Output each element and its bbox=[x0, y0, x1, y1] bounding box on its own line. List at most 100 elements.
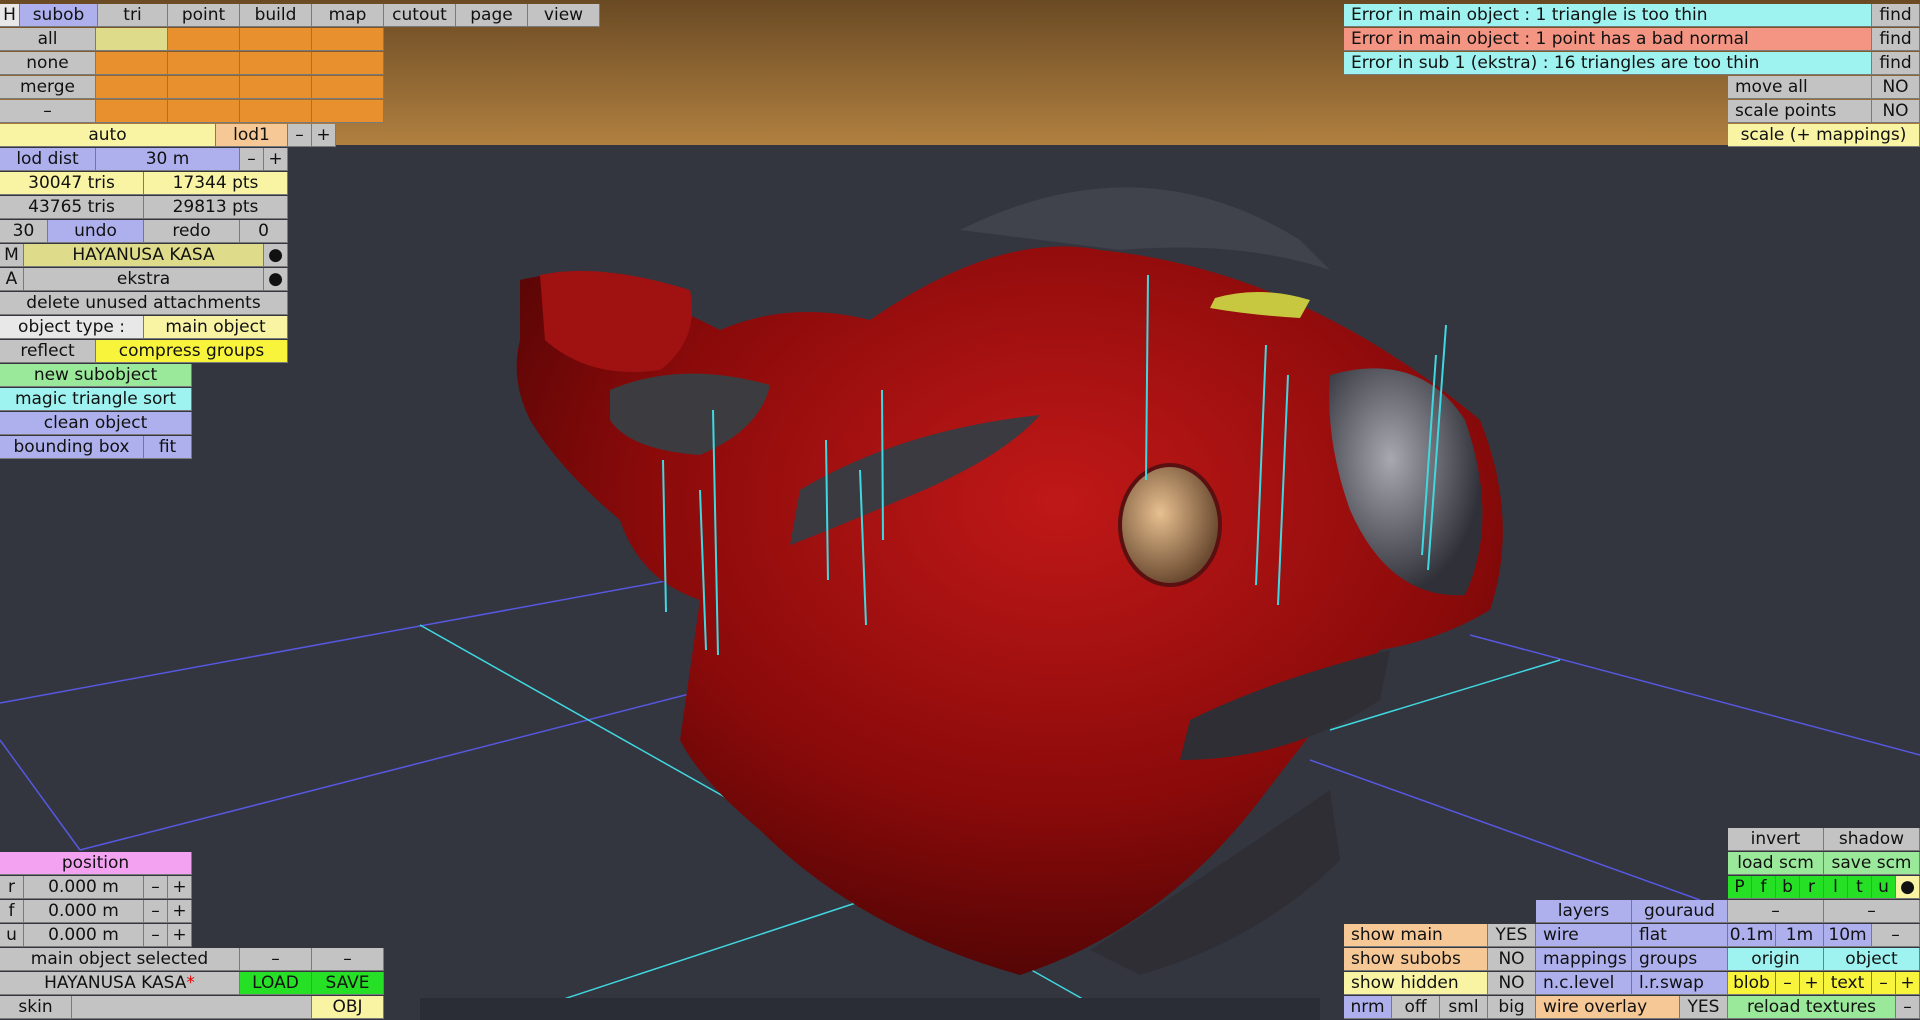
invert-button[interactable]: invert bbox=[1728, 828, 1824, 851]
material-name[interactable]: HAYANUSA KASA bbox=[24, 244, 264, 267]
h-button[interactable]: H bbox=[0, 4, 20, 27]
show-hidden-value[interactable]: NO bbox=[1488, 972, 1536, 995]
mappings-button[interactable]: mappings bbox=[1536, 948, 1632, 971]
blob-minus-button[interactable]: – bbox=[1776, 972, 1800, 995]
nc-level-button[interactable]: n.c.level bbox=[1536, 972, 1632, 995]
normals-nrm-button[interactable]: nrm bbox=[1344, 996, 1392, 1019]
show-subobs-value[interactable]: NO bbox=[1488, 948, 1536, 971]
flat-button[interactable]: flat bbox=[1632, 924, 1728, 947]
normals-sml-button[interactable]: sml bbox=[1440, 996, 1488, 1019]
skin-field[interactable] bbox=[72, 996, 312, 1019]
menu-map[interactable]: map bbox=[312, 4, 384, 27]
dash-button[interactable]: – bbox=[1824, 900, 1920, 923]
shadow-button[interactable]: shadow bbox=[1824, 828, 1920, 851]
wire-button[interactable]: wire bbox=[1536, 924, 1632, 947]
undo-button[interactable]: undo bbox=[48, 220, 144, 243]
scale-mappings-button[interactable]: scale (+ mappings) bbox=[1728, 124, 1920, 147]
position-minus-button[interactable]: – bbox=[144, 876, 168, 899]
subob-slot[interactable] bbox=[168, 100, 240, 123]
normals-off-button[interactable]: off bbox=[1392, 996, 1440, 1019]
save-button[interactable]: SAVE bbox=[312, 972, 384, 995]
attachment-dot-button[interactable]: ● bbox=[264, 268, 288, 291]
grid-10m-button[interactable]: 10m bbox=[1824, 924, 1872, 947]
lod-minus-button[interactable]: – bbox=[288, 124, 312, 147]
show-main-value[interactable]: YES bbox=[1488, 924, 1536, 947]
obj-button[interactable]: OBJ bbox=[312, 996, 384, 1019]
menu-page[interactable]: page bbox=[456, 4, 528, 27]
subob-slot[interactable] bbox=[312, 100, 384, 123]
new-subobject-button[interactable]: new subobject bbox=[0, 364, 192, 387]
load-scm-button[interactable]: load scm bbox=[1728, 852, 1824, 875]
lod-dist-plus[interactable]: + bbox=[264, 148, 288, 171]
menu-view[interactable]: view bbox=[528, 4, 600, 27]
bounding-box-button[interactable]: bounding box bbox=[0, 436, 144, 459]
position-minus-button[interactable]: – bbox=[144, 900, 168, 923]
normals-big-button[interactable]: big bbox=[1488, 996, 1536, 1019]
dash-button[interactable]: – bbox=[312, 948, 384, 971]
select-none-button[interactable]: none bbox=[0, 52, 96, 75]
file-name[interactable]: HAYANUSA KASA* bbox=[0, 972, 240, 995]
lod1-button[interactable]: lod1 bbox=[216, 124, 288, 147]
layers-button[interactable]: layers bbox=[1536, 900, 1632, 923]
subob-slot[interactable] bbox=[96, 76, 168, 99]
position-plus-button[interactable]: + bbox=[168, 924, 192, 947]
subob-slot[interactable] bbox=[312, 28, 384, 51]
minus-button[interactable]: – bbox=[0, 100, 96, 123]
subob-slot[interactable] bbox=[312, 76, 384, 99]
object-type-value[interactable]: main object bbox=[144, 316, 288, 339]
subob-slot[interactable] bbox=[96, 52, 168, 75]
blob-plus-button[interactable]: + bbox=[1800, 972, 1824, 995]
subob-slot[interactable] bbox=[96, 100, 168, 123]
grid-minus-button[interactable]: – bbox=[1872, 924, 1920, 947]
scale-points-button[interactable]: scale points bbox=[1728, 100, 1872, 123]
text-button[interactable]: text bbox=[1824, 972, 1872, 995]
view-t-button[interactable]: t bbox=[1848, 876, 1872, 899]
find-button[interactable]: find bbox=[1872, 28, 1920, 51]
text-minus-button[interactable]: – bbox=[1872, 972, 1896, 995]
text-plus-button[interactable]: + bbox=[1896, 972, 1920, 995]
lr-swap-button[interactable]: l.r.swap bbox=[1632, 972, 1728, 995]
view-p-button[interactable]: P bbox=[1728, 876, 1752, 899]
lod-dist-value[interactable]: 30 m bbox=[96, 148, 240, 171]
object-button[interactable]: object bbox=[1824, 948, 1920, 971]
subob-slot[interactable] bbox=[168, 76, 240, 99]
wire-overlay-value[interactable]: YES bbox=[1680, 996, 1728, 1019]
position-f-value[interactable]: 0.000 m bbox=[24, 900, 144, 923]
subob-slot[interactable] bbox=[240, 52, 312, 75]
lod-auto-button[interactable]: auto bbox=[0, 124, 216, 147]
position-minus-button[interactable]: – bbox=[144, 924, 168, 947]
menu-build[interactable]: build bbox=[240, 4, 312, 27]
dash-button[interactable]: – bbox=[1728, 900, 1824, 923]
subob-slot[interactable] bbox=[240, 28, 312, 51]
menu-tri[interactable]: tri bbox=[98, 4, 168, 27]
blob-button[interactable]: blob bbox=[1728, 972, 1776, 995]
view-l-button[interactable]: l bbox=[1824, 876, 1848, 899]
origin-button[interactable]: origin bbox=[1728, 948, 1824, 971]
subob-slot[interactable] bbox=[96, 28, 168, 51]
move-all-button[interactable]: move all bbox=[1728, 76, 1872, 99]
merge-button[interactable]: merge bbox=[0, 76, 96, 99]
show-main-button[interactable]: show main bbox=[1344, 924, 1488, 947]
reload-minus-button[interactable]: – bbox=[1896, 996, 1920, 1019]
show-subobs-button[interactable]: show subobs bbox=[1344, 948, 1488, 971]
position-plus-button[interactable]: + bbox=[168, 900, 192, 923]
position-u-value[interactable]: 0.000 m bbox=[24, 924, 144, 947]
compress-groups-button[interactable]: compress groups bbox=[96, 340, 288, 363]
menu-cutout[interactable]: cutout bbox=[384, 4, 456, 27]
grid-0-1m-button[interactable]: 0.1m bbox=[1728, 924, 1776, 947]
menu-point[interactable]: point bbox=[168, 4, 240, 27]
clean-object-button[interactable]: clean object bbox=[0, 412, 192, 435]
groups-button[interactable]: groups bbox=[1632, 948, 1728, 971]
find-button[interactable]: find bbox=[1872, 4, 1920, 27]
reload-textures-button[interactable]: reload textures bbox=[1728, 996, 1896, 1019]
subob-slot[interactable] bbox=[240, 76, 312, 99]
redo-button[interactable]: redo bbox=[144, 220, 240, 243]
attachment-name[interactable]: ekstra bbox=[24, 268, 264, 291]
3d-viewport[interactable] bbox=[0, 0, 1920, 1020]
view-b-button[interactable]: b bbox=[1776, 876, 1800, 899]
save-scm-button[interactable]: save scm bbox=[1824, 852, 1920, 875]
view-dot-button[interactable]: ● bbox=[1896, 876, 1920, 899]
subob-slot[interactable] bbox=[240, 100, 312, 123]
scale-points-value[interactable]: NO bbox=[1872, 100, 1920, 123]
position-plus-button[interactable]: + bbox=[168, 876, 192, 899]
